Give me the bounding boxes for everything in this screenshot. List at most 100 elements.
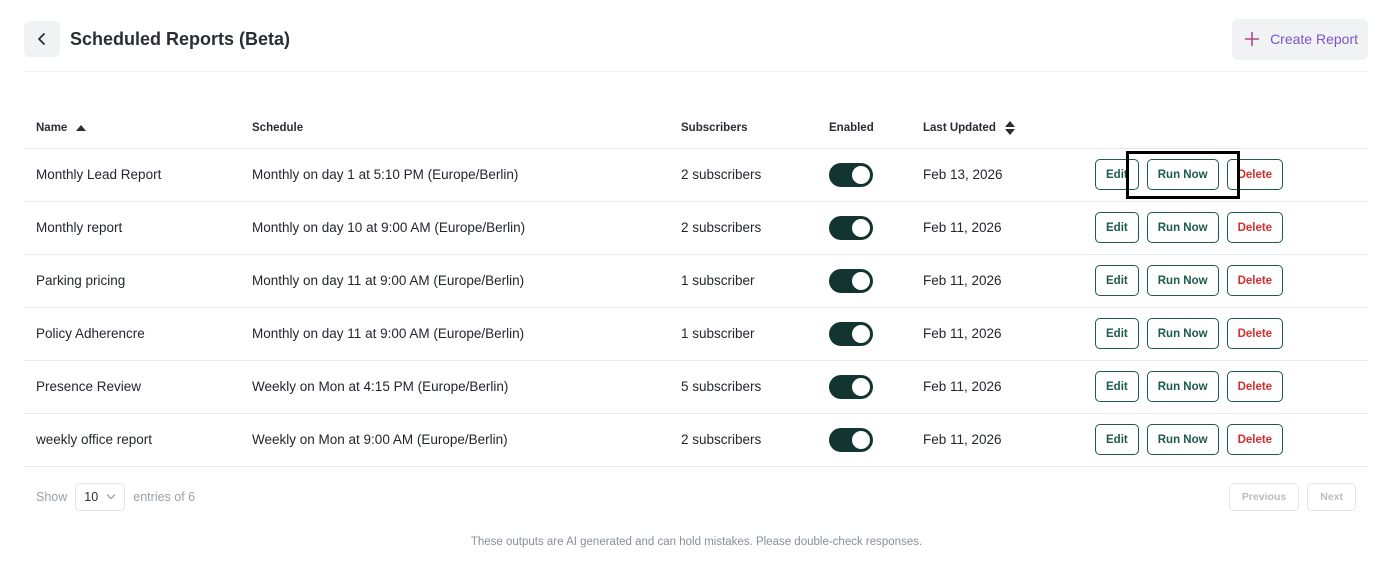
report-schedule: Monthly on day 11 at 9:00 AM (Europe/Ber… (240, 307, 669, 361)
report-name: Monthly report (24, 201, 240, 255)
enabled-cell (817, 307, 911, 361)
report-subscribers: 2 subscribers (669, 413, 817, 467)
pagination: Previous Next (1228, 483, 1356, 511)
table-row: weekly office report Weekly on Mon at 9:… (24, 413, 1368, 467)
actions-cell: Edit Run Now Delete (1083, 413, 1368, 467)
column-header-subscribers: Subscribers (669, 108, 817, 149)
report-last-updated: Feb 11, 2026 (911, 360, 1083, 414)
actions-cell: Edit Run Now Delete (1083, 360, 1368, 414)
report-schedule: Weekly on Mon at 4:15 PM (Europe/Berlin) (240, 360, 669, 414)
report-schedule: Monthly on day 1 at 5:10 PM (Europe/Berl… (240, 148, 669, 202)
edit-button[interactable]: Edit (1095, 159, 1139, 190)
delete-button[interactable]: Delete (1226, 424, 1284, 455)
delete-button[interactable]: Delete (1226, 318, 1284, 349)
report-name: Parking pricing (24, 254, 240, 308)
enabled-toggle[interactable] (829, 427, 873, 452)
chevron-left-icon (38, 33, 45, 45)
edit-button[interactable]: Edit (1095, 265, 1139, 296)
page-title: Scheduled Reports (Beta) (70, 28, 291, 49)
enabled-cell (817, 413, 911, 467)
next-page-button[interactable]: Next (1307, 483, 1356, 511)
run-now-button[interactable]: Run Now (1146, 371, 1219, 402)
report-subscribers: 2 subscribers (669, 201, 817, 255)
page-header: Scheduled Reports (Beta) Create Report (24, 18, 1368, 60)
column-header-schedule: Schedule (240, 108, 669, 149)
actions-cell: Edit Run Now Delete (1083, 148, 1368, 202)
header-divider (24, 71, 1368, 72)
edit-button[interactable]: Edit (1095, 212, 1139, 243)
toggle-knob (852, 218, 870, 237)
report-schedule: Monthly on day 11 at 9:00 AM (Europe/Ber… (240, 254, 669, 308)
column-label-last-updated: Last Updated (923, 121, 996, 134)
previous-page-button[interactable]: Previous (1228, 483, 1300, 511)
page-size-value: 10 (84, 490, 99, 504)
report-last-updated: Feb 11, 2026 (911, 201, 1083, 255)
edit-button[interactable]: Edit (1095, 318, 1139, 349)
table-row: Monthly report Monthly on day 10 at 9:00… (24, 201, 1368, 255)
delete-button[interactable]: Delete (1226, 371, 1284, 402)
report-schedule: Monthly on day 10 at 9:00 AM (Europe/Ber… (240, 201, 669, 255)
enabled-cell (817, 201, 911, 255)
report-last-updated: Feb 11, 2026 (911, 307, 1083, 361)
reports-table: Name Schedule Subscribers Enabled Last U… (24, 108, 1368, 467)
sort-ascending-icon (76, 124, 87, 131)
run-now-button[interactable]: Run Now (1146, 265, 1219, 296)
table-row: Parking pricing Monthly on day 11 at 9:0… (24, 254, 1368, 308)
enabled-cell (817, 254, 911, 308)
run-now-button[interactable]: Run Now (1146, 424, 1219, 455)
enabled-toggle[interactable] (829, 268, 873, 293)
header-left: Scheduled Reports (Beta) (24, 21, 290, 57)
toggle-knob (852, 377, 870, 396)
edit-button[interactable]: Edit (1095, 371, 1139, 402)
report-name: Policy Adherencre (24, 307, 240, 361)
page-size-control: Show 10 entries of 6 (36, 483, 195, 511)
edit-button[interactable]: Edit (1095, 424, 1139, 455)
enabled-toggle[interactable] (829, 215, 873, 240)
ai-disclaimer: These outputs are AI generated and can h… (470, 536, 923, 548)
column-header-last-updated[interactable]: Last Updated (911, 108, 1083, 149)
create-report-button[interactable]: Create Report (1232, 18, 1368, 60)
toggle-knob (852, 430, 870, 449)
report-subscribers: 2 subscribers (669, 148, 817, 202)
report-subscribers: 1 subscriber (669, 307, 817, 361)
show-label: Show (36, 490, 68, 504)
report-subscribers: 1 subscriber (669, 254, 817, 308)
chevron-down-icon (107, 494, 116, 500)
entries-label: entries of 6 (133, 490, 196, 504)
delete-button[interactable]: Delete (1226, 265, 1284, 296)
table-row: Policy Adherencre Monthly on day 11 at 9… (24, 307, 1368, 361)
back-button[interactable] (24, 21, 60, 57)
toggle-knob (852, 271, 870, 290)
run-now-button[interactable]: Run Now (1146, 318, 1219, 349)
table-header-row: Name Schedule Subscribers Enabled Last U… (24, 108, 1368, 149)
actions-cell: Edit Run Now Delete (1083, 307, 1368, 361)
report-last-updated: Feb 13, 2026 (911, 148, 1083, 202)
page-size-select[interactable]: 10 (75, 483, 126, 511)
delete-button[interactable]: Delete (1226, 159, 1284, 190)
report-name: weekly office report (24, 413, 240, 467)
sort-both-icon (1004, 120, 1015, 135)
toggle-knob (852, 324, 870, 343)
column-header-name[interactable]: Name (24, 108, 240, 149)
actions-cell: Edit Run Now Delete (1083, 201, 1368, 255)
run-now-button[interactable]: Run Now (1146, 212, 1219, 243)
report-last-updated: Feb 11, 2026 (911, 413, 1083, 467)
table-row: Monthly Lead Report Monthly on day 1 at … (24, 148, 1368, 202)
table-row: Presence Review Weekly on Mon at 4:15 PM… (24, 360, 1368, 414)
column-header-enabled: Enabled (817, 108, 911, 149)
report-subscribers: 5 subscribers (669, 360, 817, 414)
report-schedule: Weekly on Mon at 9:00 AM (Europe/Berlin) (240, 413, 669, 467)
enabled-toggle[interactable] (829, 374, 873, 399)
report-last-updated: Feb 11, 2026 (911, 254, 1083, 308)
run-now-button[interactable]: Run Now (1146, 159, 1219, 190)
delete-button[interactable]: Delete (1226, 212, 1284, 243)
report-name: Monthly Lead Report (24, 148, 240, 202)
enabled-cell (817, 148, 911, 202)
enabled-toggle[interactable] (829, 321, 873, 346)
column-label-name: Name (36, 121, 68, 134)
create-report-label: Create Report (1270, 31, 1358, 47)
enabled-cell (817, 360, 911, 414)
report-name: Presence Review (24, 360, 240, 414)
plus-icon (1244, 31, 1260, 47)
enabled-toggle[interactable] (829, 162, 873, 187)
